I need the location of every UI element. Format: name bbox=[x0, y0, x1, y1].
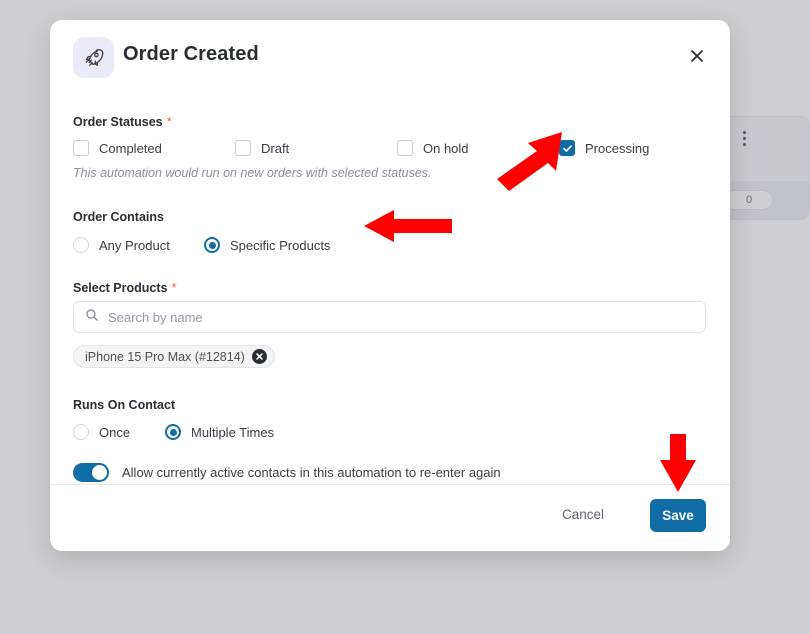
radio-circle bbox=[73, 424, 89, 440]
order-contains-options: Any Product Specific Products bbox=[73, 235, 473, 257]
search-input[interactable] bbox=[108, 309, 694, 325]
order-statuses-helper-text: This automation would run on new orders … bbox=[73, 166, 432, 180]
radio-specific-products[interactable]: Specific Products bbox=[204, 235, 330, 255]
checkbox-label: Processing bbox=[585, 140, 650, 156]
re-enter-toggle-row: Allow currently active contacts in this … bbox=[73, 463, 501, 482]
checkbox-box bbox=[235, 140, 251, 156]
checkbox-processing[interactable]: Processing bbox=[559, 138, 649, 158]
close-circle-icon[interactable] bbox=[251, 349, 267, 364]
selected-product-chip: iPhone 15 Pro Max (#12814) bbox=[73, 345, 275, 368]
select-products-label: Select Products * bbox=[73, 280, 177, 295]
re-enter-toggle[interactable] bbox=[73, 463, 109, 482]
checkbox-label: On hold bbox=[423, 140, 469, 156]
rocket-icon bbox=[73, 37, 114, 78]
save-button[interactable]: Save bbox=[650, 499, 706, 532]
checkbox-completed[interactable]: Completed bbox=[73, 138, 162, 158]
checkbox-box bbox=[397, 140, 413, 156]
order-statuses-options: Completed Draft On hold Processing bbox=[73, 138, 709, 160]
close-icon[interactable] bbox=[682, 41, 712, 71]
radio-circle bbox=[73, 237, 89, 253]
radio-label: Any Product bbox=[99, 237, 170, 253]
checkbox-draft[interactable]: Draft bbox=[235, 138, 289, 158]
required-marker: * bbox=[166, 114, 172, 129]
radio-any-product[interactable]: Any Product bbox=[73, 235, 170, 255]
order-created-dialog: Order Created Order Statuses * Completed … bbox=[50, 20, 730, 551]
radio-circle bbox=[204, 237, 220, 253]
radio-circle bbox=[165, 424, 181, 440]
checkbox-box bbox=[559, 140, 575, 156]
dialog-title: Order Created bbox=[123, 43, 259, 65]
order-contains-label: Order Contains bbox=[73, 210, 164, 224]
cancel-button[interactable]: Cancel bbox=[562, 507, 604, 522]
required-marker: * bbox=[171, 280, 177, 295]
chip-label: iPhone 15 Pro Max (#12814) bbox=[85, 349, 245, 364]
re-enter-toggle-label: Allow currently active contacts in this … bbox=[122, 465, 501, 480]
radio-label: Multiple Times bbox=[191, 424, 275, 440]
dialog-footer: Cancel Save bbox=[50, 484, 730, 551]
radio-label: Specific Products bbox=[230, 237, 331, 253]
checkbox-on-hold[interactable]: On hold bbox=[397, 138, 469, 158]
radio-multiple-times[interactable]: Multiple Times bbox=[165, 422, 274, 442]
product-search-box[interactable] bbox=[73, 301, 706, 333]
dialog-header: Order Created bbox=[50, 20, 730, 98]
radio-once[interactable]: Once bbox=[73, 422, 130, 442]
search-icon bbox=[85, 308, 99, 327]
checkbox-box bbox=[73, 140, 89, 156]
checkbox-label: Draft bbox=[261, 140, 290, 156]
radio-label: Once bbox=[99, 424, 131, 440]
runs-on-contact-options: Once Multiple Times bbox=[73, 422, 473, 444]
dialog-body: Order Statuses* Completed Draft On hold bbox=[50, 98, 730, 485]
runs-on-contact-label: Runs On Contact bbox=[73, 398, 176, 412]
checkbox-label: Completed bbox=[99, 140, 162, 156]
order-statuses-label: Order Statuses * bbox=[73, 114, 172, 129]
